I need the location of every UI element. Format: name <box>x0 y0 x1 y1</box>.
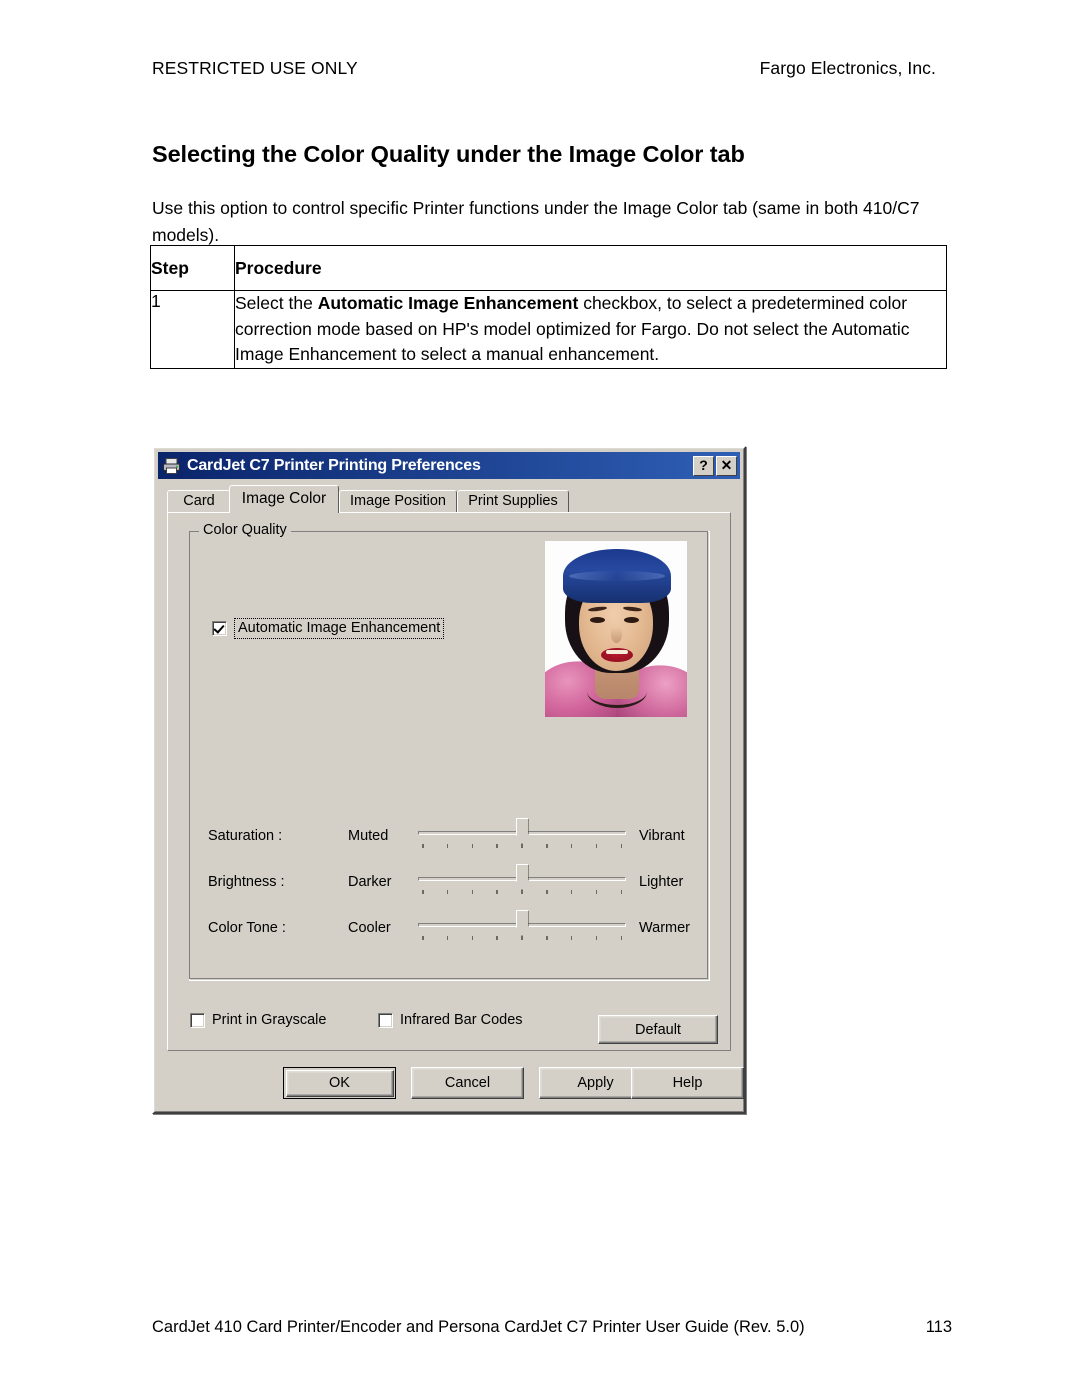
slider-thumb-saturation[interactable] <box>515 818 529 844</box>
dialog-button-row: OK Cancel Apply Help <box>155 1067 744 1101</box>
procedure-bold-term: Automatic Image Enhancement <box>317 293 579 313</box>
tab-image-position[interactable]: Image Position <box>339 490 457 513</box>
slider-label-saturation: Saturation : <box>208 828 283 844</box>
page-footer: CardJet 410 Card Printer/Encoder and Per… <box>152 1318 952 1337</box>
slider-max-label-color-tone: Warmer <box>639 920 691 936</box>
slider-min-label-brightness: Darker <box>348 874 392 890</box>
slider-max-label-saturation: Vibrant <box>639 828 685 844</box>
printer-icon <box>162 457 182 475</box>
dialog-title: CardJet C7 Printer Printing Preferences <box>187 456 481 474</box>
cancel-button[interactable]: Cancel <box>411 1067 524 1099</box>
slider-thumb-brightness[interactable] <box>515 864 529 890</box>
column-header-procedure: Procedure <box>234 245 947 291</box>
column-header-step: Step <box>150 245 235 291</box>
slider-min-label-color-tone: Cooler <box>348 920 391 936</box>
slider-max-label-brightness: Lighter <box>639 874 684 890</box>
help-button[interactable]: Help <box>631 1067 744 1099</box>
slider-row-saturation: Saturation : Muted Vibrant <box>202 816 699 862</box>
automatic-image-enhancement-checkbox-row[interactable]: Automatic Image Enhancement <box>212 618 445 639</box>
slider-color-tone[interactable] <box>418 908 626 954</box>
automatic-image-enhancement-checkbox[interactable] <box>212 621 227 636</box>
help-titlebar-button[interactable]: ? <box>693 455 714 476</box>
cell-step-number: 1 <box>150 290 235 369</box>
tab-image-color[interactable]: Image Color <box>229 485 339 513</box>
slider-row-color-tone: Color Tone : Cooler Warmer <box>202 908 699 954</box>
infrared-bar-codes-checkbox[interactable] <box>378 1012 393 1028</box>
ok-default-focus-ring: OK <box>283 1067 396 1099</box>
help-button-slot: Help <box>631 1067 744 1099</box>
automatic-image-enhancement-label: Automatic Image Enhancement <box>234 618 445 639</box>
print-in-grayscale-label: Print in Grayscale <box>212 1012 327 1028</box>
header-right-text: Fargo Electronics, Inc. <box>759 58 936 78</box>
footer-page-number: 113 <box>925 1318 952 1336</box>
header-left-text: RESTRICTED USE ONLY <box>152 58 358 78</box>
procedure-table: Step Procedure 1 Select the Automatic Im… <box>150 245 947 369</box>
slider-saturation[interactable] <box>418 816 626 862</box>
ok-button[interactable]: OK <box>285 1069 394 1097</box>
page-running-head: RESTRICTED USE ONLY Fargo Electronics, I… <box>152 58 936 79</box>
slider-ticks-brightness <box>422 890 622 896</box>
slider-area: Saturation : Muted Vibrant Brightness: … <box>202 816 699 954</box>
ok-button-slot: OK <box>283 1067 396 1099</box>
page-title: Selecting the Color Quality under the Im… <box>152 140 745 167</box>
table-header-row: Step Procedure <box>150 245 947 291</box>
infrared-bar-codes-row[interactable]: Infrared Bar Codes <box>378 1012 523 1028</box>
slider-label-brightness: Brightness : <box>208 874 285 890</box>
slider-ticks-color-tone <box>422 936 622 942</box>
cancel-button-slot: Cancel <box>411 1067 524 1099</box>
print-in-grayscale-row[interactable]: Print in Grayscale <box>190 1012 326 1028</box>
close-icon[interactable]: ✕ <box>716 455 737 476</box>
intro-paragraph: Use this option to control specific Prin… <box>152 197 920 245</box>
tab-card[interactable]: Card <box>167 490 231 513</box>
color-quality-groupbox: Color Quality Automatic Image Enhancemen… <box>188 522 710 981</box>
footer-guide-title: CardJet 410 Card Printer/Encoder and Per… <box>152 1318 805 1336</box>
default-button-slot: Default <box>598 1015 718 1044</box>
slider-ticks-saturation <box>422 844 622 850</box>
slider-brightness[interactable] <box>418 862 626 908</box>
print-in-grayscale-checkbox[interactable] <box>190 1012 205 1028</box>
slider-label-color-tone: Color Tone : <box>208 920 286 936</box>
groupbox-label: Color Quality <box>199 522 291 538</box>
tab-page-image-color: Color Quality Automatic Image Enhancemen… <box>167 512 731 1051</box>
dialog-titlebar[interactable]: CardJet C7 Printer Printing Preferences … <box>158 452 740 479</box>
cell-procedure-text: Select the Automatic Image Enhancement c… <box>234 290 947 369</box>
dialog-inner-frame: CardJet C7 Printer Printing Preferences … <box>154 448 744 1112</box>
default-button[interactable]: Default <box>598 1015 718 1044</box>
procedure-lead-text: Select the <box>235 293 318 313</box>
portrait-preview-photo <box>545 541 687 717</box>
printing-preferences-dialog: CardJet C7 Printer Printing Preferences … <box>152 446 746 1114</box>
slider-thumb-color-tone[interactable] <box>515 910 529 936</box>
table-row: 1 Select the Automatic Image Enhancement… <box>150 290 947 369</box>
tab-print-supplies[interactable]: Print Supplies <box>457 490 569 513</box>
infrared-bar-codes-label: Infrared Bar Codes <box>400 1012 523 1028</box>
slider-min-label-saturation: Muted <box>348 828 389 844</box>
slider-row-brightness: Brightness : Darker Lighter <box>202 862 699 908</box>
tab-strip: Card Image Color Image Position Print Su… <box>167 485 731 513</box>
